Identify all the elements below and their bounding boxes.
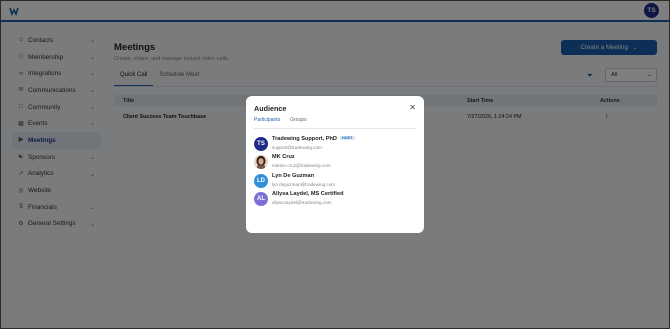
list-item: AL Allysa Laydel, MS Certified allysa.la… [254, 191, 414, 207]
avatar: AL [254, 192, 268, 206]
list-item: TS Tradewing Support, PhD HOST support@tr… [254, 136, 414, 152]
participant-name: Tradewing Support, PhD [272, 136, 337, 142]
avatar: TS [254, 137, 268, 151]
participant-name: Allysa Laydel, MS Certified [272, 191, 344, 197]
host-badge: HOST [339, 136, 355, 140]
participant-email: support@tradewing.com [272, 145, 322, 150]
participant-email: marian.cruz@tradewing.com [272, 163, 331, 168]
avatar-photo [254, 155, 268, 169]
participant-email: lyn.deguzman@tradewing.com [272, 182, 336, 187]
list-item: LD Lyn De Guzman lyn.deguzman@tradewing.… [254, 173, 414, 189]
tab-divider [254, 128, 416, 129]
participant-name: Lyn De Guzman [272, 173, 315, 179]
close-icon[interactable]: ✕ [409, 103, 416, 112]
participant-name: MK Cruz [272, 154, 295, 160]
audience-modal: Audience ✕ Participants Groups TS Tradew… [246, 96, 424, 233]
avatar: LD [254, 174, 268, 188]
modal-title: Audience [254, 104, 287, 113]
participant-email: allysa.laydel@tradewing.com [272, 200, 332, 205]
list-item: MK Cruz marian.cruz@tradewing.com [254, 154, 414, 170]
avatar [254, 155, 268, 169]
